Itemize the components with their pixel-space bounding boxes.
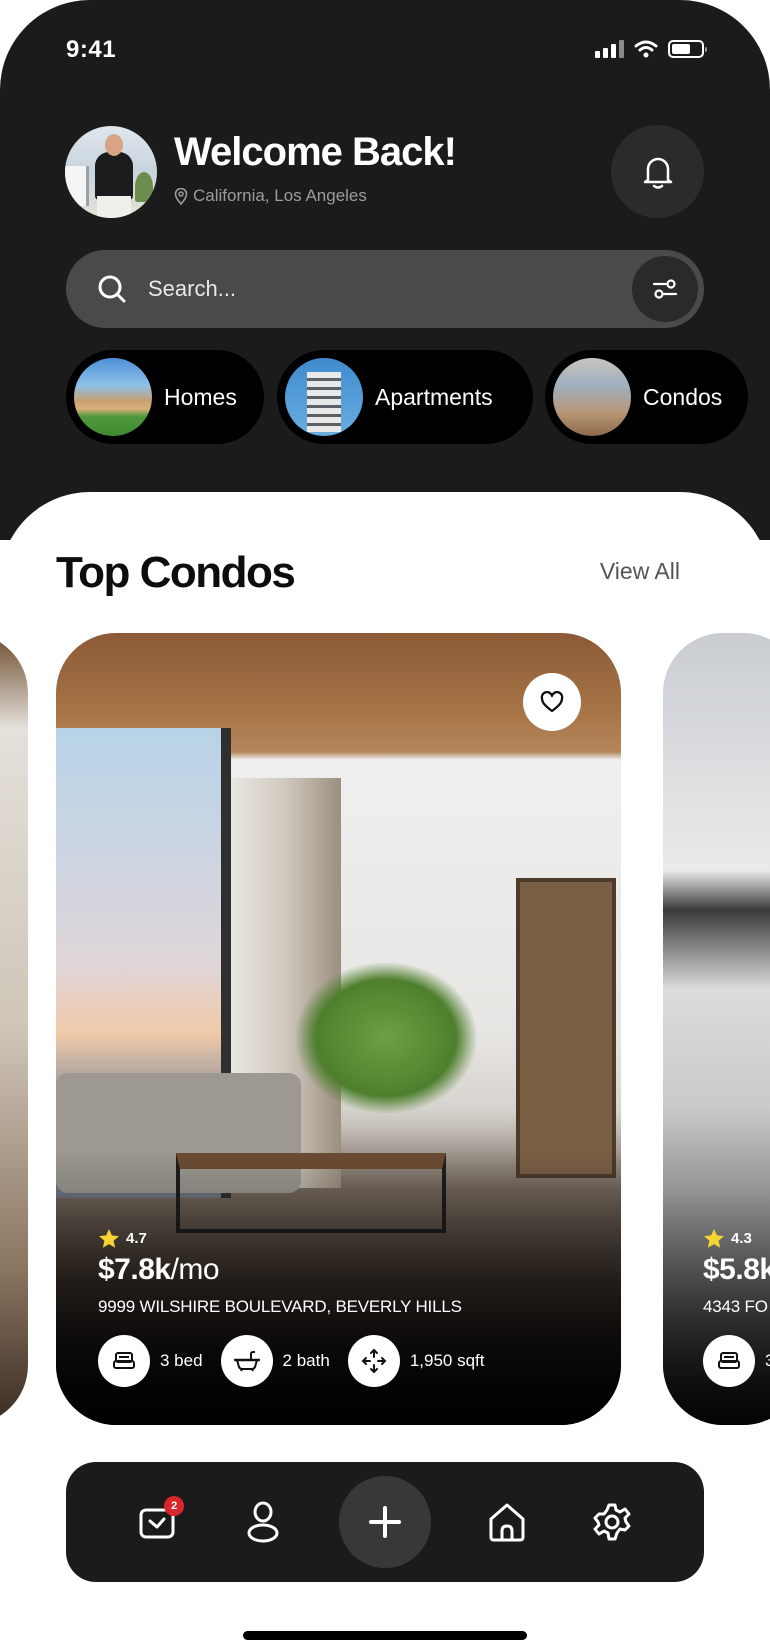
feature-beds: 3 [703,1335,770,1387]
listing-info: 4.3 $5.8k 4343 FO 3 [703,1228,770,1387]
listing-card[interactable]: 4.7 $7.8k/mo 9999 WILSHIRE BOULEVARD, BE… [56,633,621,1425]
wifi-icon [634,40,658,58]
feature-area: 1,950 sqft [347,1335,485,1387]
homes-thumbnail [74,358,152,436]
condos-thumbnail [553,358,631,436]
bottom-navigation: 2 [66,1462,704,1582]
rating-value: 4.3 [731,1230,752,1247]
avatar[interactable] [65,126,157,218]
area-icon [361,1348,387,1374]
profile-icon [247,1501,279,1543]
add-icon [368,1506,401,1538]
battery-icon [668,40,707,58]
beds-text: 3 [765,1351,770,1370]
category-apartments[interactable]: Apartments [277,350,533,444]
favorite-button[interactable] [523,673,581,731]
add-button[interactable] [338,1476,431,1568]
bell-icon [643,157,672,189]
price-amount: $5.8k [703,1253,770,1286]
welcome-title: Welcome Back! [174,130,457,174]
address: 9999 WILSHIRE BOULEVARD, BEVERLY HILLS [98,1297,462,1316]
map-pin-icon [174,187,188,205]
filter-button[interactable] [632,256,698,322]
phone-screen: 9:41 Welcome Back! California, Los Angel… [0,0,770,1652]
nav-settings[interactable] [584,1494,640,1550]
cellular-signal-icon [595,40,624,58]
home-icon [489,1503,525,1542]
address: 4343 FO [703,1297,768,1316]
star-icon [99,1229,119,1248]
rating: 4.3 [703,1228,770,1249]
search-icon [98,275,126,303]
search-bar [66,250,704,328]
rating-value: 4.7 [126,1230,147,1247]
messages-badge: 2 [164,1496,185,1516]
feature-beds: 3 bed [98,1335,203,1387]
settings-icon [593,1503,631,1541]
heart-icon [540,691,564,713]
bathtub-icon [233,1351,260,1372]
listing-card-next[interactable]: 4.3 $5.8k 4343 FO 3 [663,633,770,1425]
status-icons [595,40,707,58]
search-input[interactable] [148,276,588,302]
feature-baths: 2 bath [220,1335,330,1387]
baths-text: 2 bath [282,1351,330,1370]
price-unit: /mo [170,1253,220,1286]
category-label: Homes [164,383,237,410]
nav-messages[interactable]: 2 [130,1494,186,1550]
apartments-thumbnail [285,358,363,436]
status-time: 9:41 [66,36,117,63]
category-condos[interactable]: Condos [545,350,748,444]
features: 3 [703,1335,770,1387]
star-icon [704,1229,724,1248]
beds-text: 3 bed [160,1351,203,1370]
category-label: Apartments [375,383,493,410]
features: 3 bed 2 bath 1,950 sqft [98,1335,502,1387]
listing-card-previous[interactable] [0,633,28,1425]
listing-info: 4.7 $7.8k/mo 9999 WILSHIRE BOULEVARD, BE… [98,1228,502,1387]
nav-home[interactable] [479,1494,535,1550]
section-title: Top Condos [56,548,296,597]
notification-button[interactable] [611,125,704,218]
location-row: California, Los Angeles [174,186,367,206]
home-indicator [243,1631,527,1640]
location-text: California, Los Angeles [193,186,367,205]
price: $7.8k/mo [98,1253,502,1287]
view-all-link[interactable]: View All [600,558,680,585]
category-homes[interactable]: Homes [66,350,264,444]
category-label: Condos [643,383,723,410]
price-amount: $7.8k [98,1253,171,1286]
bed-icon [113,1352,135,1369]
bed-icon [718,1352,740,1369]
rating: 4.7 [98,1228,502,1249]
area-text: 1,950 sqft [409,1351,485,1370]
nav-profile[interactable] [235,1494,291,1550]
sliders-icon [652,279,678,299]
